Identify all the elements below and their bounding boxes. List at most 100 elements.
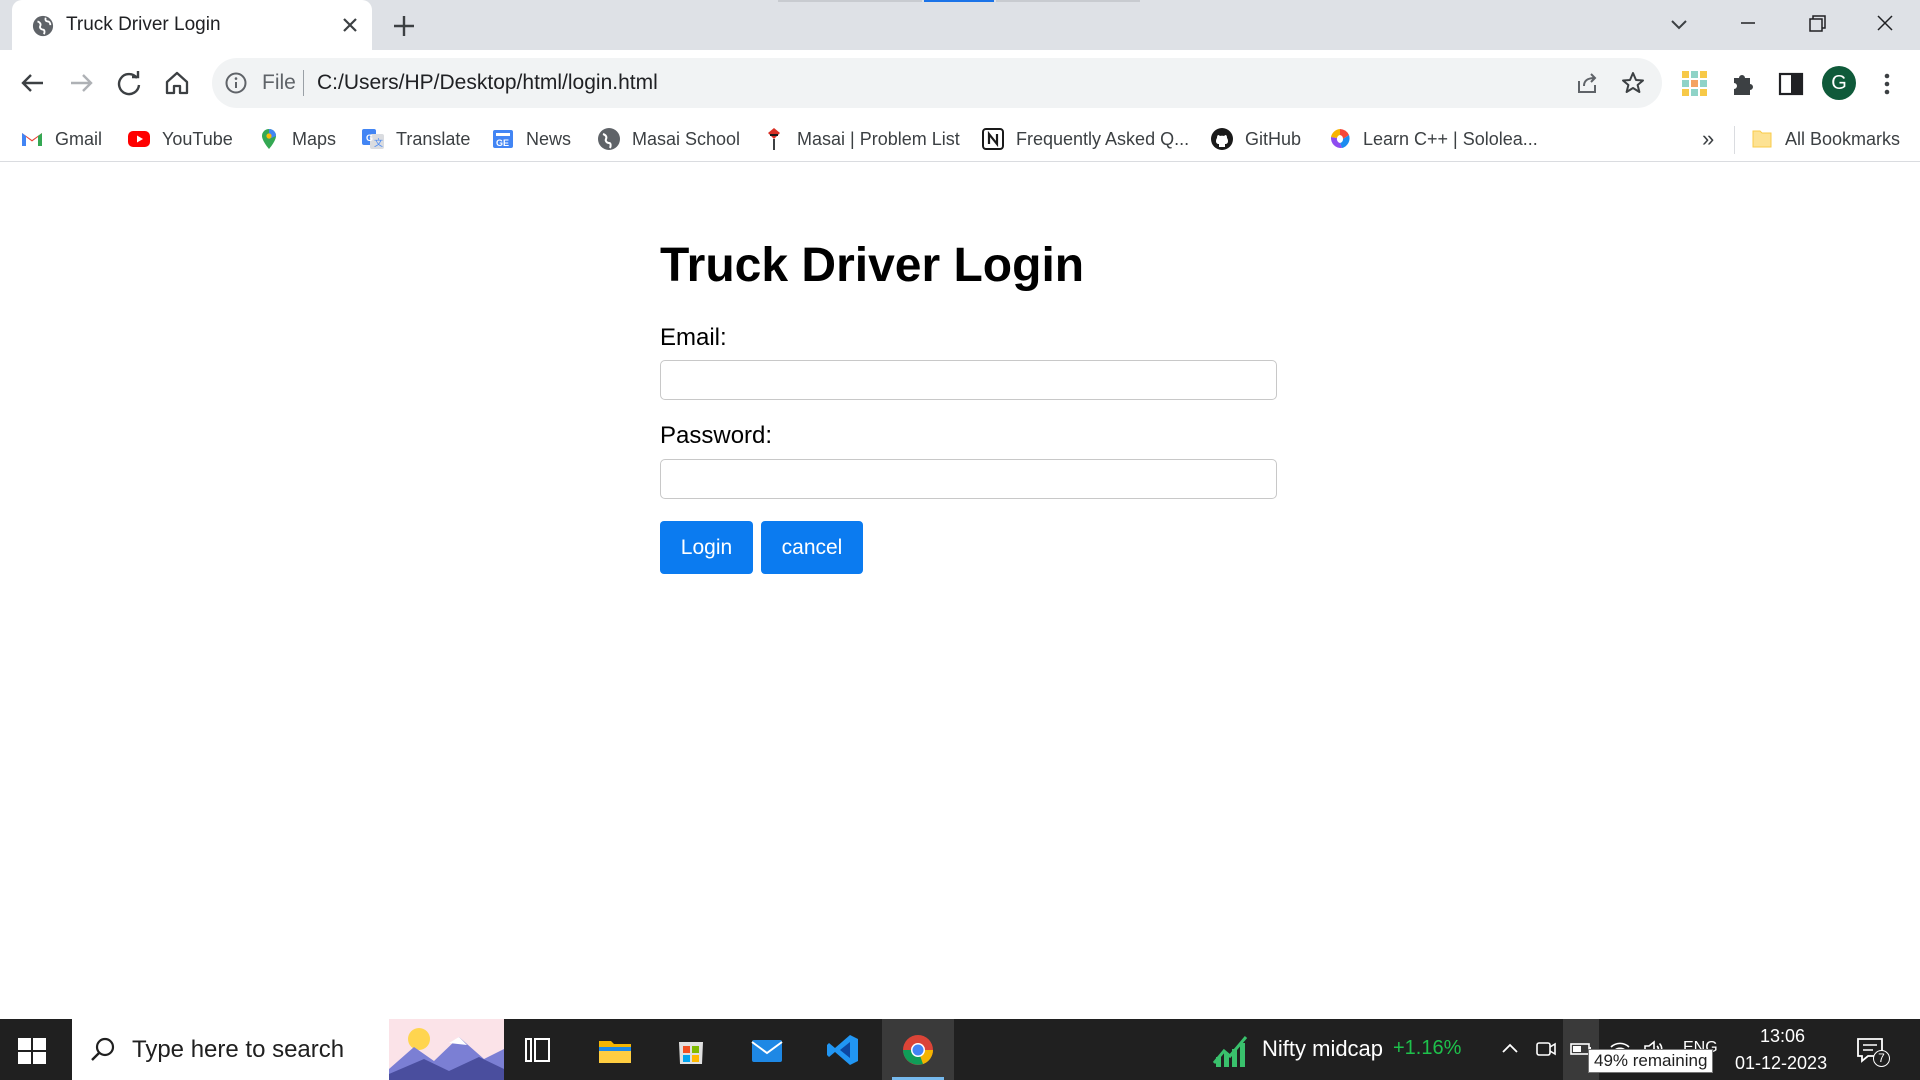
bookmark-masai-school[interactable]: Masai School	[597, 124, 740, 154]
folder-icon	[599, 1041, 631, 1063]
minimize-icon[interactable]	[1730, 8, 1766, 38]
youtube-icon	[128, 131, 150, 147]
bookmark-label: Masai School	[632, 128, 741, 149]
notification-center-button[interactable]: 7	[1854, 1034, 1890, 1067]
bookmark-notion[interactable]: Frequently Asked Q...	[981, 124, 1189, 154]
tab-strip: Truck Driver Login	[0, 0, 1920, 51]
email-field[interactable]	[660, 360, 1277, 400]
bookmark-youtube[interactable]: YouTube	[127, 124, 233, 154]
bookmark-label: News	[526, 128, 572, 149]
windows-start-icon[interactable]	[16, 1035, 48, 1067]
globe-icon	[32, 15, 54, 37]
notion-icon	[982, 128, 1004, 150]
cancel-button[interactable]: cancel	[761, 521, 863, 574]
password-label: Password:	[660, 422, 773, 449]
gmail-icon	[22, 133, 42, 146]
translate-icon: G 文	[362, 129, 384, 149]
bookmark-label: Learn C++ | Sololea...	[1363, 128, 1538, 149]
chevron-up-icon[interactable]	[1498, 1037, 1522, 1061]
password-field[interactable]	[660, 459, 1277, 499]
address-bar[interactable]: File C:/Users/HP/Desktop/html/login.html	[212, 58, 1662, 108]
address-scheme: File	[262, 71, 296, 94]
new-tab-icon[interactable]	[390, 12, 418, 40]
vscode-button[interactable]	[807, 1019, 879, 1080]
login-button[interactable]: Login	[660, 521, 753, 574]
bookmark-github[interactable]: GitHub	[1210, 124, 1301, 154]
email-label: Email:	[660, 324, 727, 351]
clock-time[interactable]: 13:06	[1760, 1026, 1805, 1047]
file-explorer-button[interactable]	[579, 1019, 651, 1080]
tab-loading-bar	[996, 0, 1140, 2]
share-icon[interactable]	[1574, 70, 1600, 96]
bookmark-label: Translate	[396, 128, 471, 149]
bookmark-sololearn[interactable]: Learn C++ | Sololea...	[1328, 124, 1538, 154]
masai-icon	[768, 128, 780, 150]
tab-loading-bar-active	[924, 0, 994, 2]
forward-arrow-icon[interactable]	[64, 66, 98, 100]
bookmark-maps[interactable]: Maps	[257, 124, 336, 154]
bookmark-masai-problem-list[interactable]: Masai | Problem List	[762, 124, 960, 154]
meet-now-icon[interactable]	[1534, 1037, 1558, 1061]
chrome-icon	[903, 1035, 933, 1065]
bookmarks-divider	[1734, 126, 1735, 154]
tab-loading-bar	[778, 0, 922, 2]
bookmark-label: YouTube	[162, 128, 233, 149]
address-url[interactable]: C:/Users/HP/Desktop/html/login.html	[317, 71, 658, 95]
kebab-menu-icon[interactable]	[1872, 69, 1902, 99]
store-icon	[679, 1042, 703, 1064]
side-panel-icon[interactable]	[1776, 69, 1806, 99]
info-icon[interactable]	[224, 71, 248, 95]
bookmark-star-icon[interactable]	[1620, 70, 1646, 96]
news-icon: GE	[493, 130, 513, 148]
search-highlight-illustration	[389, 1019, 504, 1080]
reload-icon[interactable]	[112, 66, 146, 100]
svg-text:文: 文	[374, 137, 383, 148]
extension-grid-icon[interactable]	[1680, 69, 1710, 99]
task-view-button[interactable]	[504, 1019, 576, 1080]
bookmark-label: Maps	[292, 128, 337, 149]
clock-date[interactable]: 01-12-2023	[1735, 1053, 1827, 1074]
stock-chart-icon	[1212, 1036, 1248, 1067]
bookmark-gmail[interactable]: Gmail	[20, 124, 102, 154]
page-content: Truck Driver Login Email: Password: Logi…	[0, 163, 1920, 1019]
bookmark-translate[interactable]: G 文 Translate	[361, 124, 470, 154]
search-icon	[91, 1037, 115, 1061]
bookmark-label: Masai | Problem List	[797, 128, 960, 149]
window-close-icon[interactable]	[1867, 8, 1903, 38]
stock-widget-change: +1.16%	[1393, 1037, 1462, 1059]
back-arrow-icon[interactable]	[16, 66, 50, 100]
bookmark-news[interactable]: GE News	[491, 124, 571, 154]
all-bookmarks-button[interactable]: All Bookmarks	[1750, 124, 1900, 154]
browser-toolbar: File C:/Users/HP/Desktop/html/login.html…	[0, 50, 1920, 116]
stock-widget-name[interactable]: Nifty midcap	[1262, 1036, 1383, 1062]
maps-icon	[262, 129, 276, 149]
folder-icon	[1752, 130, 1772, 148]
sololearn-icon	[1330, 129, 1350, 149]
microsoft-store-button[interactable]	[655, 1019, 727, 1080]
bookmarks-bar: Gmail YouTube Maps G 文 Translate GE News…	[0, 116, 1920, 162]
profile-avatar[interactable]: G	[1822, 66, 1856, 100]
chevron-down-icon[interactable]	[1665, 10, 1693, 38]
chrome-button[interactable]	[882, 1019, 954, 1080]
github-icon	[1211, 128, 1233, 150]
bookmark-label: GitHub	[1245, 128, 1302, 149]
task-view-icon	[525, 1038, 550, 1062]
vscode-icon	[827, 1035, 858, 1065]
extensions-puzzle-icon[interactable]	[1728, 69, 1758, 99]
bookmark-label: Frequently Asked Q...	[1016, 128, 1190, 149]
svg-text:G: G	[366, 133, 373, 143]
tab-active[interactable]: Truck Driver Login	[12, 0, 372, 51]
notification-count: 7	[1873, 1050, 1890, 1067]
mail-button[interactable]	[731, 1019, 803, 1080]
close-icon[interactable]	[338, 13, 362, 37]
mail-icon	[751, 1040, 783, 1062]
search-placeholder: Type here to search	[132, 1036, 345, 1063]
address-divider	[303, 70, 304, 96]
tab-title: Truck Driver Login	[66, 14, 221, 35]
taskbar-search-box[interactable]: Type here to search	[72, 1019, 504, 1080]
restore-icon[interactable]	[1799, 8, 1835, 38]
home-icon[interactable]	[160, 66, 194, 100]
bookmark-label: Gmail	[55, 128, 103, 149]
bookmarks-overflow-button[interactable]: »	[1702, 126, 1714, 152]
svg-text:GE: GE	[496, 138, 509, 148]
